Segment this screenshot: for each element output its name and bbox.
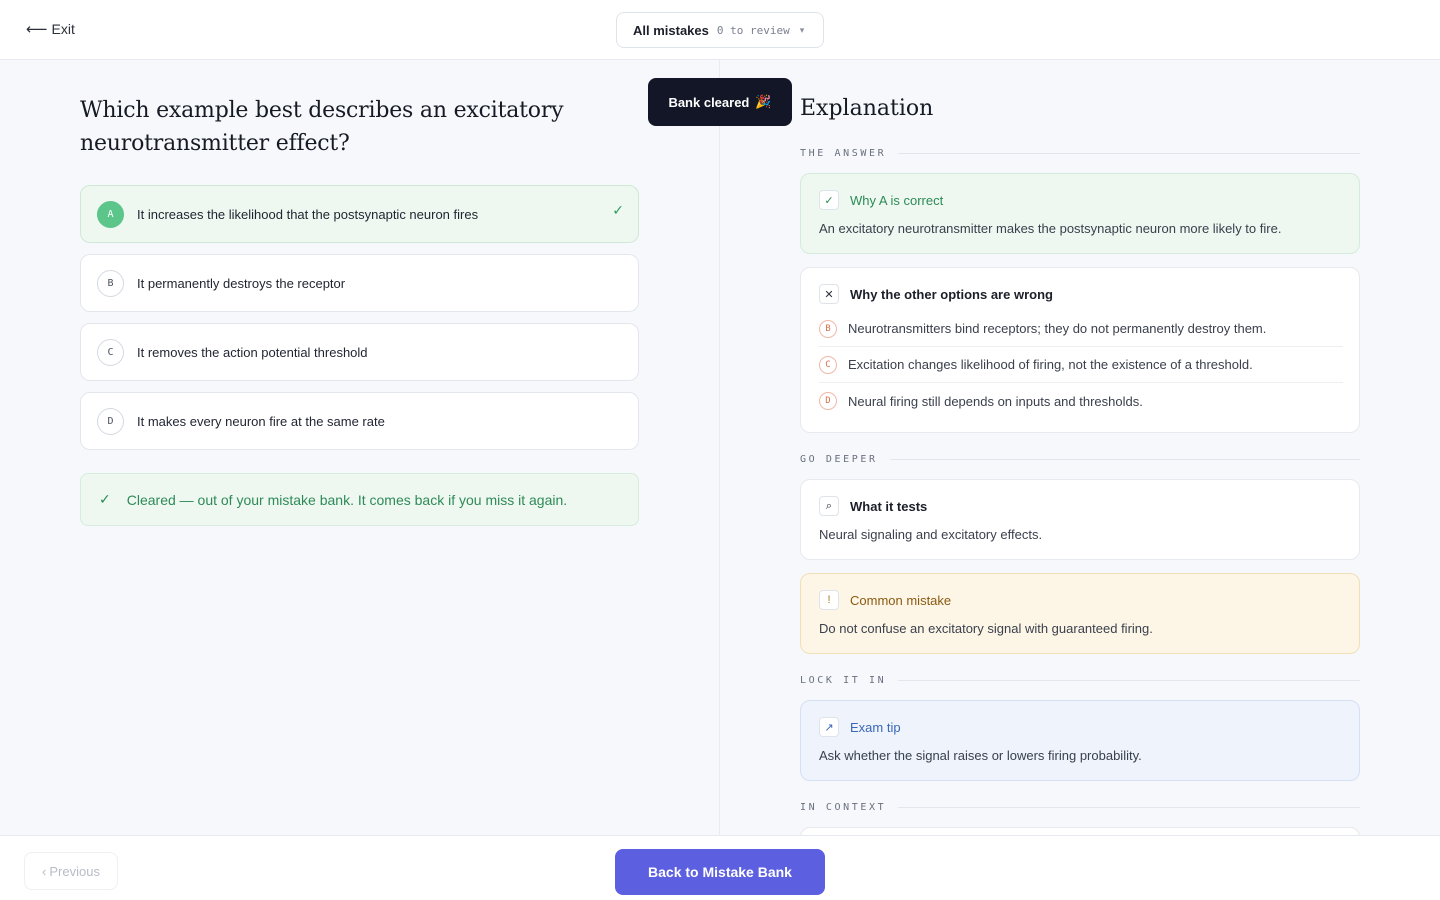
question-text: Which example best describes an excitato…: [80, 98, 564, 156]
common-mistake-card: ! Common mistake Do not confuse an excit…: [800, 573, 1360, 654]
exit-button[interactable]: ⟵ Exit: [26, 20, 75, 38]
back-to-mistake-bank-button[interactable]: Back to Mistake Bank: [615, 849, 825, 895]
option-letter: C: [819, 355, 837, 374]
why-correct-card: ✓ Why A is correct An excitatory neurotr…: [800, 173, 1360, 254]
section-in-context: IN CONTEXT: [800, 802, 1360, 813]
mode-title: All mistakes: [633, 22, 709, 38]
check-icon: ✓: [612, 202, 624, 218]
chevron-left-icon: ‹: [42, 863, 47, 879]
card-title: Why A is correct: [850, 192, 944, 208]
option-text: It permanently destroys the receptor: [137, 275, 346, 291]
card-body: Do not confuse an excitatory signal with…: [819, 621, 1153, 636]
card-header: ↗ Exam tip: [819, 717, 901, 737]
card-title: Why the other options are wrong: [850, 286, 1053, 302]
option-text: It makes every neuron fire at the same r…: [137, 413, 385, 429]
card-header: ⌕ What it tests: [819, 496, 927, 516]
option-text: It removes the action potential threshol…: [137, 344, 368, 360]
previous-label: Previous: [49, 863, 100, 879]
question-pane: Which example best describes an excitato…: [0, 60, 719, 835]
reason-text: Neurotransmitters bind receptors; they d…: [848, 321, 1267, 336]
divider: [898, 807, 1360, 808]
option-letter: A: [97, 200, 124, 228]
option-letter: B: [97, 269, 124, 297]
top-bar: ⟵ Exit All mistakes 0 to review ▾: [0, 0, 1440, 60]
cleared-message: Cleared — out of your mistake bank. It c…: [126, 491, 568, 508]
divider: [898, 153, 1360, 154]
exit-label: Exit: [51, 21, 75, 37]
section-the-answer: THE ANSWER: [800, 148, 1360, 159]
wrong-reason-d: D Neural firing still depends on inputs …: [819, 383, 1343, 419]
card-header: ! Common mistake: [819, 590, 951, 610]
cleared-banner: ✓ Cleared — out of your mistake bank. It…: [80, 473, 639, 526]
option-letter: D: [819, 392, 837, 410]
section-label: THE ANSWER: [800, 148, 887, 159]
divider: [889, 459, 1360, 460]
card-title: What it tests: [850, 498, 928, 514]
option-letter: B: [819, 319, 837, 338]
wrong-reason-c: C Excitation changes likelihood of firin…: [819, 347, 1343, 383]
check-icon: ✓: [99, 491, 111, 507]
option-letter: D: [97, 407, 124, 435]
card-body: Neural signaling and excitatory effects.: [819, 527, 1043, 542]
exam-tip-card: ↗ Exam tip Ask whether the signal raises…: [800, 700, 1360, 781]
card-body: Ask whether the signal raises or lowers …: [819, 748, 1142, 763]
card-header: ✓ Why A is correct: [819, 190, 943, 210]
divider: [898, 680, 1360, 681]
previous-button[interactable]: ‹ Previous: [24, 852, 118, 890]
party-popper-icon: 🎉: [755, 94, 772, 109]
x-icon: ✕: [819, 284, 839, 304]
section-label: IN CONTEXT: [800, 802, 887, 813]
trend-arrow-icon: ↗: [819, 717, 839, 737]
section-label: GO DEEPER: [800, 454, 878, 465]
wrong-reason-b: B Neurotransmitters bind receptors; they…: [819, 311, 1343, 347]
answer-option-c[interactable]: C It removes the action potential thresh…: [80, 323, 639, 381]
why-wrong-card: ✕ Why the other options are wrong B Neur…: [800, 267, 1360, 433]
card-title: Common mistake: [850, 592, 952, 608]
section-lock-it-in: LOCK IT IN: [800, 675, 1360, 686]
check-icon: ✓: [819, 190, 839, 210]
bottom-bar: ‹ Previous Back to Mistake Bank: [0, 835, 1440, 900]
option-text: It increases the likelihood that the pos…: [137, 206, 479, 222]
section-label: LOCK IT IN: [800, 675, 887, 686]
answer-option-d[interactable]: D It makes every neuron fire at the same…: [80, 392, 639, 450]
review-count: 0 to review: [716, 23, 790, 37]
toast-label: Bank cleared: [668, 94, 750, 110]
mode-select-dropdown[interactable]: All mistakes 0 to review ▾: [616, 12, 824, 48]
arrow-left-icon: ⟵: [26, 21, 48, 38]
reason-text: Neural firing still depends on inputs an…: [848, 393, 1143, 409]
card-title: Exam tip: [850, 719, 901, 735]
in-context-card: [800, 827, 1360, 835]
what-it-tests-card: ⌕ What it tests Neural signaling and exc…: [800, 479, 1360, 560]
answer-option-a[interactable]: A It increases the likelihood that the p…: [80, 185, 639, 243]
reason-text: Excitation changes likelihood of firing,…: [848, 357, 1253, 372]
option-letter: C: [97, 338, 124, 366]
explanation-pane[interactable]: Explanation THE ANSWER ✓ Why A is correc…: [720, 60, 1440, 835]
chevron-down-icon: ▾: [799, 24, 805, 35]
section-go-deeper: GO DEEPER: [800, 454, 1360, 465]
card-header: ✕ Why the other options are wrong: [819, 284, 1053, 304]
search-icon: ⌕: [819, 496, 839, 516]
warning-icon: !: [819, 590, 839, 610]
answer-option-b[interactable]: B It permanently destroys the receptor: [80, 254, 639, 312]
bank-cleared-toast: Bank cleared 🎉: [648, 78, 792, 126]
card-body: An excitatory neurotransmitter makes the…: [819, 221, 1282, 236]
explanation-title: Explanation: [800, 96, 934, 121]
